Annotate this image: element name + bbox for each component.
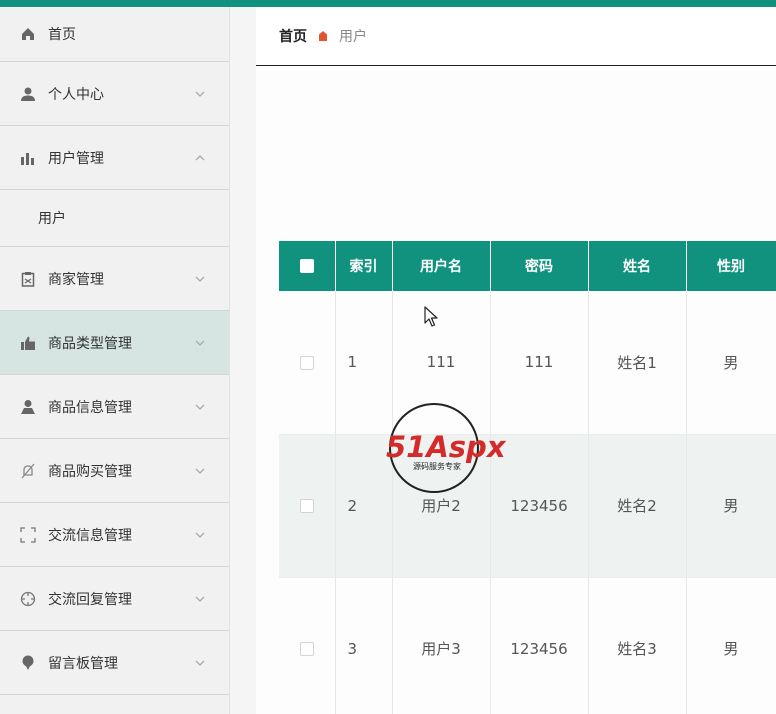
table-row: 2 用户2 123456 姓名2 男 [279, 434, 776, 578]
sidebar-item-product-info-management[interactable]: 商品信息管理 [0, 375, 229, 439]
table-row: 1 111 111 姓名1 男 [279, 291, 776, 435]
cell-name: 姓名1 [588, 291, 687, 435]
sidebar-item-product-type-management[interactable]: 商品类型管理 [0, 311, 229, 375]
row-checkbox[interactable] [299, 642, 314, 656]
cell-password: 123456 [490, 577, 589, 714]
sidebar-item-label: 留言板管理 [48, 655, 118, 672]
watermark-brand: 51Aspx [386, 430, 507, 464]
cell-index: 2 [335, 434, 393, 578]
crosshair-icon [20, 591, 36, 607]
sidebar-item-label: 用户 [38, 211, 66, 227]
frame-icon [20, 526, 36, 543]
row-checkbox[interactable] [299, 355, 314, 370]
mouse-cursor-icon [424, 306, 438, 327]
column-header-password: 密码 [490, 241, 589, 291]
breadcrumb-current: 用户 [339, 29, 367, 45]
sidebar-subitem-users[interactable]: 用户 [0, 190, 229, 247]
chevron-down-icon [194, 273, 206, 285]
breadcrumb: 首页 用户 [256, 7, 776, 66]
sidebar-menu: 首页 个人中心 用户管理 用户 商家管理 商品类型管理 商品信息管理 商品购买管… [0, 7, 230, 714]
chevron-down-icon [194, 337, 206, 349]
chevron-down-icon [194, 88, 206, 100]
column-header-name: 姓名 [588, 241, 687, 291]
table-header-row: 索引 用户名 密码 姓名 性别 [279, 241, 776, 291]
sidebar-item-label: 商品信息管理 [48, 399, 132, 416]
sidebar-item-label: 个人中心 [48, 86, 104, 103]
cell-index: 3 [335, 577, 393, 714]
content-area: 索引 用户名 密码 姓名 性别 1 111 111 姓名1 男 2 用户2 12… [256, 67, 776, 714]
cell-name: 姓名2 [588, 434, 687, 578]
person-icon [20, 399, 36, 415]
sidebar-item-exchange-reply-management[interactable]: 交流回复管理 [0, 567, 229, 631]
sidebar-item-label: 首页 [48, 27, 76, 43]
watermark-tagline: 源码服务专家 [413, 461, 461, 471]
column-header-index: 索引 [335, 241, 393, 291]
cell-gender: 男 [686, 291, 776, 435]
table-row: 3 用户3 123456 姓名3 男 [279, 577, 776, 714]
person-icon [20, 86, 36, 102]
sidebar-item-label: 商品购买管理 [48, 463, 132, 480]
row-checkbox-cell[interactable] [279, 577, 336, 714]
cell-username: 用户3 [392, 577, 491, 714]
top-accent-bar [0, 0, 776, 7]
bar-chart-icon [20, 150, 36, 166]
cell-gender: 男 [686, 434, 776, 578]
cell-index: 1 [335, 291, 393, 435]
home-icon [20, 26, 36, 42]
chevron-down-icon [194, 657, 206, 669]
pin-icon [20, 655, 36, 671]
sidebar-item-label: 交流回复管理 [48, 591, 132, 608]
users-table: 索引 用户名 密码 姓名 性别 1 111 111 姓名1 男 2 用户2 12… [279, 241, 776, 714]
sidebar-item-product-purchase-management[interactable]: 商品购买管理 [0, 439, 229, 503]
cell-name: 姓名3 [588, 577, 687, 714]
row-checkbox-cell[interactable] [279, 434, 336, 578]
sidebar-item-home[interactable]: 首页 [0, 7, 229, 62]
chevron-down-icon [194, 401, 206, 413]
sidebar-item-personal-center[interactable]: 个人中心 [0, 62, 229, 126]
sidebar-item-label: 用户管理 [48, 150, 104, 167]
sidebar-item-label: 交流信息管理 [48, 527, 132, 544]
thumbs-up-icon [20, 335, 36, 351]
sidebar-item-exchange-info-management[interactable]: 交流信息管理 [0, 503, 229, 567]
column-header-gender: 性别 [686, 241, 776, 291]
row-checkbox-cell[interactable] [279, 291, 336, 435]
chevron-down-icon [194, 593, 206, 605]
clipboard-icon [20, 271, 36, 287]
select-all-checkbox-cell[interactable] [279, 241, 336, 291]
chevron-down-icon [194, 529, 206, 541]
chevron-down-icon [194, 465, 206, 477]
main-panel: 首页 用户 索引 用户名 密码 姓名 性别 1 111 111 姓名1 男 2 … [256, 7, 776, 714]
sidebar-item-message-board-management[interactable]: 留言板管理 [0, 631, 229, 695]
column-header-username: 用户名 [392, 241, 491, 291]
select-all-checkbox[interactable] [299, 259, 314, 273]
sidebar-item-user-management[interactable]: 用户管理 [0, 126, 229, 190]
cell-gender: 男 [686, 577, 776, 714]
sidebar-item-label: 商品类型管理 [48, 335, 132, 352]
sidebar-item-merchant-management[interactable]: 商家管理 [0, 247, 229, 311]
bell-off-icon [20, 463, 36, 479]
chevron-up-icon [194, 152, 206, 164]
watermark-logo: 51Aspx 源码服务专家 [386, 403, 507, 493]
breadcrumb-home-link[interactable]: 首页 [279, 26, 307, 46]
row-checkbox[interactable] [299, 499, 314, 513]
sidebar-item-label: 商家管理 [48, 271, 104, 288]
breadcrumb-separator-icon [317, 30, 329, 42]
